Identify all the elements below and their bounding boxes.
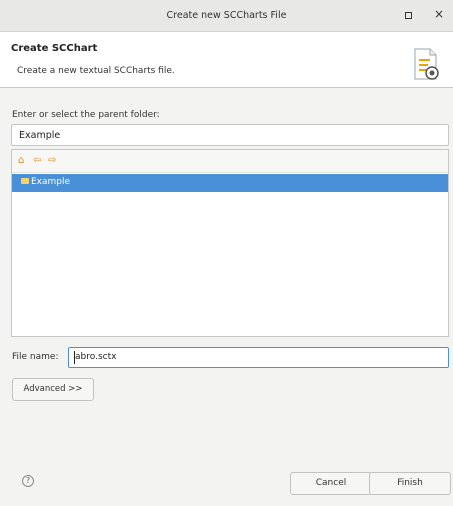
file-name-label: File name: — [12, 352, 59, 362]
help-icon[interactable]: ? — [22, 475, 34, 487]
new-file-wizard-icon — [414, 48, 439, 80]
folder-tree[interactable]: ⌂ ⇦ ⇨ Example — [11, 149, 449, 337]
parent-folder-input[interactable]: Example — [11, 124, 449, 146]
title-bar: Create new SCCharts File × — [0, 0, 453, 32]
maximize-button[interactable] — [405, 12, 412, 19]
file-name-value: abro.sctx — [75, 352, 117, 362]
window-title: Create new SCCharts File — [166, 10, 287, 21]
project-folder-icon — [21, 178, 29, 184]
parent-folder-value: Example — [19, 130, 61, 141]
forward-arrow-icon[interactable]: ⇨ — [48, 155, 56, 166]
wizard-description: Create a new textual SCCharts file. — [17, 66, 175, 76]
tree-item-example[interactable]: Example — [12, 174, 448, 192]
parent-folder-label: Enter or select the parent folder: — [12, 110, 160, 120]
tree-item-label: Example — [31, 177, 71, 187]
close-button[interactable]: × — [434, 6, 444, 22]
back-arrow-icon[interactable]: ⇦ — [33, 155, 41, 166]
home-icon[interactable]: ⌂ — [18, 155, 24, 166]
cancel-button[interactable]: Cancel — [290, 472, 372, 495]
file-name-input[interactable]: abro.sctx — [68, 347, 449, 368]
tree-toolbar: ⌂ ⇦ ⇨ — [12, 150, 448, 173]
wizard-title: Create SCChart — [11, 43, 98, 54]
finish-button[interactable]: Finish — [369, 472, 451, 495]
wizard-header: Create SCChart Create a new textual SCCh… — [0, 32, 453, 87]
advanced-button[interactable]: Advanced >> — [12, 378, 94, 401]
